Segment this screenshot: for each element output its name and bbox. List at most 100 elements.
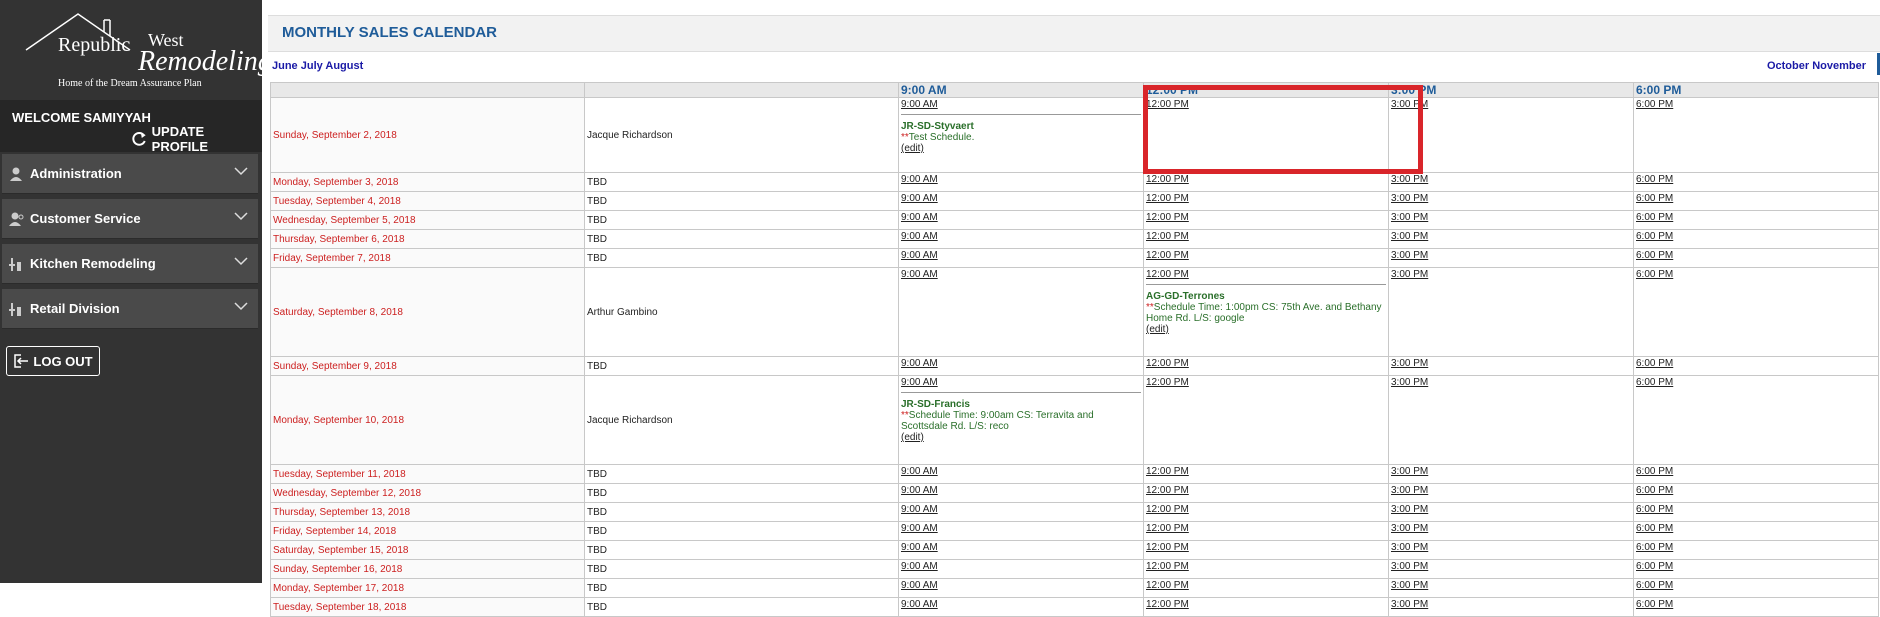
time-slot-link[interactable]: 3:00 PM: [1391, 99, 1428, 110]
edit-appointment-link[interactable]: (edit): [901, 432, 924, 443]
time-slot-link[interactable]: 12:00 PM: [1146, 174, 1189, 185]
time-slot-link[interactable]: 9:00 AM: [901, 174, 938, 185]
time-slot-link[interactable]: 3:00 PM: [1391, 599, 1428, 610]
edit-appointment-link[interactable]: (edit): [901, 143, 924, 154]
time-slot-link[interactable]: 6:00 PM: [1636, 542, 1673, 553]
time-slot-link[interactable]: 3:00 PM: [1391, 542, 1428, 553]
time-slot-link[interactable]: 9:00 AM: [901, 250, 938, 261]
time-slot-link[interactable]: 6:00 PM: [1636, 250, 1673, 261]
menu-customer-service[interactable]: Customer Service: [2, 199, 258, 239]
time-slot-link[interactable]: 6:00 PM: [1636, 212, 1673, 223]
time-slot-link[interactable]: 12:00 PM: [1146, 599, 1189, 610]
edit-appointment-link[interactable]: (edit): [1146, 324, 1169, 335]
time-slot-link[interactable]: 3:00 PM: [1391, 377, 1428, 388]
sales-rep-cell: TBD: [584, 502, 899, 522]
time-slot-link[interactable]: 3:00 PM: [1391, 580, 1428, 591]
time-slot-link[interactable]: 6:00 PM: [1636, 193, 1673, 204]
time-slot-link[interactable]: 9:00 AM: [901, 485, 938, 496]
time-slot-cell: 3:00 PM: [1388, 464, 1634, 484]
sales-rep-cell: TBD: [584, 540, 899, 560]
time-slot-link[interactable]: 6:00 PM: [1636, 485, 1673, 496]
time-slot-link[interactable]: 3:00 PM: [1391, 523, 1428, 534]
time-slot-link[interactable]: 9:00 AM: [901, 580, 938, 591]
time-slot-link[interactable]: 12:00 PM: [1146, 212, 1189, 223]
time-slot-link[interactable]: 9:00 AM: [901, 599, 938, 610]
time-slot-link[interactable]: 12:00 PM: [1146, 542, 1189, 553]
menu-retail-division[interactable]: Retail Division: [2, 289, 258, 329]
table-row: Sunday, September 2, 2018 Jacque Richards…: [270, 97, 1879, 173]
time-slot-cell: 6:00 PM: [1633, 97, 1879, 173]
menu-administration[interactable]: Administration: [2, 154, 258, 194]
asterisk-marker: **: [1146, 302, 1154, 313]
time-slot-link[interactable]: 6:00 PM: [1636, 377, 1673, 388]
time-slot-link[interactable]: 3:00 PM: [1391, 212, 1428, 223]
time-slot-link[interactable]: 3:00 PM: [1391, 485, 1428, 496]
time-slot-link[interactable]: 9:00 AM: [901, 212, 938, 223]
time-slot-link[interactable]: 6:00 PM: [1636, 523, 1673, 534]
time-slot-link[interactable]: 6:00 PM: [1636, 269, 1673, 280]
previous-months-link[interactable]: June July August: [272, 60, 363, 72]
time-slot-link[interactable]: 9:00 AM: [901, 466, 938, 477]
time-slot-link[interactable]: 3:00 PM: [1391, 174, 1428, 185]
time-slot-link[interactable]: 12:00 PM: [1146, 269, 1189, 280]
time-slot-cell: 9:00 AM: [898, 540, 1144, 560]
time-slot-link[interactable]: 6:00 PM: [1636, 174, 1673, 185]
time-slot-link[interactable]: 3:00 PM: [1391, 358, 1428, 369]
time-slot-link[interactable]: 12:00 PM: [1146, 504, 1189, 515]
sales-rep-cell: TBD: [584, 597, 899, 617]
time-slot-link[interactable]: 9:00 AM: [901, 561, 938, 572]
time-slot-link[interactable]: 3:00 PM: [1391, 250, 1428, 261]
sales-rep-cell: TBD: [584, 229, 899, 249]
time-slot-link[interactable]: 3:00 PM: [1391, 561, 1428, 572]
time-slot-link[interactable]: 9:00 AM: [901, 377, 938, 388]
update-profile-button[interactable]: UPDATE PROFILE: [130, 124, 262, 154]
header-time: 6:00 PM: [1633, 82, 1879, 98]
sales-rep-cell: Jacque Richardson: [584, 97, 899, 173]
time-slot-link[interactable]: 12:00 PM: [1146, 377, 1189, 388]
time-slot-link[interactable]: 12:00 PM: [1146, 358, 1189, 369]
time-slot-link[interactable]: 12:00 PM: [1146, 466, 1189, 477]
date-cell: Sunday, September 16, 2018: [270, 559, 585, 579]
time-slot-link[interactable]: 9:00 AM: [901, 504, 938, 515]
time-slot-link[interactable]: 6:00 PM: [1636, 466, 1673, 477]
time-slot-link[interactable]: 6:00 PM: [1636, 99, 1673, 110]
time-slot-link[interactable]: 6:00 PM: [1636, 580, 1673, 591]
table-row: Sunday, September 16, 2018 TBD 9:00 AM 12:0…: [270, 559, 1879, 579]
time-slot-cell: 3:00 PM: [1388, 540, 1634, 560]
time-slot-cell: 3:00 PM: [1388, 483, 1634, 503]
header-date: [270, 82, 585, 98]
time-slot-link[interactable]: 12:00 PM: [1146, 193, 1189, 204]
time-slot-link[interactable]: 3:00 PM: [1391, 466, 1428, 477]
time-slot-link[interactable]: 6:00 PM: [1636, 561, 1673, 572]
time-slot-link[interactable]: 12:00 PM: [1146, 485, 1189, 496]
time-slot-cell: 3:00 PM: [1388, 502, 1634, 522]
time-slot-link[interactable]: 9:00 AM: [901, 269, 938, 280]
time-slot-cell: 12:00 PM: [1143, 483, 1389, 503]
company-logo[interactable]: Republic West Remodeling Home of the Dre…: [18, 10, 272, 90]
time-slot-link[interactable]: 9:00 AM: [901, 193, 938, 204]
time-slot-link[interactable]: 12:00 PM: [1146, 250, 1189, 261]
time-slot-link[interactable]: 12:00 PM: [1146, 99, 1189, 110]
time-slot-link[interactable]: 12:00 PM: [1146, 231, 1189, 242]
time-slot-link[interactable]: 3:00 PM: [1391, 193, 1428, 204]
time-slot-link[interactable]: 9:00 AM: [901, 231, 938, 242]
time-slot-link[interactable]: 3:00 PM: [1391, 231, 1428, 242]
time-slot-cell: 6:00 PM: [1633, 356, 1879, 376]
time-slot-link[interactable]: 12:00 PM: [1146, 523, 1189, 534]
time-slot-link[interactable]: 6:00 PM: [1636, 599, 1673, 610]
time-slot-link[interactable]: 6:00 PM: [1636, 358, 1673, 369]
menu-kitchen-remodeling[interactable]: Kitchen Remodeling: [2, 244, 258, 284]
time-slot-link[interactable]: 12:00 PM: [1146, 561, 1189, 572]
time-slot-link[interactable]: 6:00 PM: [1636, 504, 1673, 515]
time-slot-link[interactable]: 12:00 PM: [1146, 580, 1189, 591]
time-slot-link[interactable]: 9:00 AM: [901, 358, 938, 369]
time-slot-link[interactable]: 6:00 PM: [1636, 231, 1673, 242]
time-slot-link[interactable]: 9:00 AM: [901, 99, 938, 110]
time-slot-cell: 12:00 PM: [1143, 521, 1389, 541]
time-slot-link[interactable]: 3:00 PM: [1391, 269, 1428, 280]
logout-button[interactable]: LOG OUT: [6, 346, 100, 376]
time-slot-link[interactable]: 3:00 PM: [1391, 504, 1428, 515]
time-slot-link[interactable]: 9:00 AM: [901, 542, 938, 553]
next-months-link[interactable]: October November: [1767, 60, 1866, 72]
time-slot-link[interactable]: 9:00 AM: [901, 523, 938, 534]
